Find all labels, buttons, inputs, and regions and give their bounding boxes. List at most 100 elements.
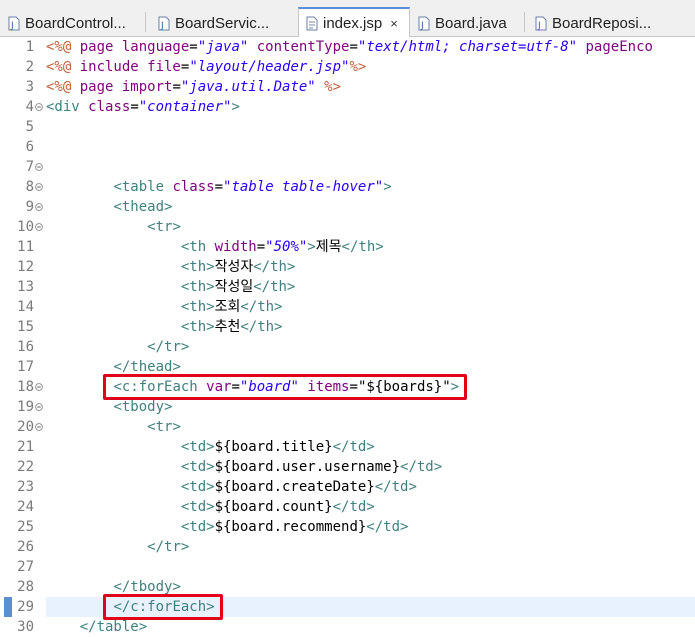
tab-boardrepository[interactable]: J BoardReposi... bbox=[535, 9, 695, 37]
line-number: 7 bbox=[25, 159, 34, 175]
svg-text:J: J bbox=[537, 21, 541, 31]
line-number: 1 bbox=[25, 39, 34, 55]
fold-toggle-icon[interactable] bbox=[35, 383, 43, 391]
code-text: <td>${board.count}</td> bbox=[180, 499, 375, 515]
code-text: <td>${board.createDate}</td> bbox=[180, 479, 417, 495]
code-line[interactable]: 24 <td>${board.count}</td> bbox=[0, 497, 695, 517]
jsp-file-icon bbox=[306, 16, 318, 30]
tab-label: BoardReposi... bbox=[552, 14, 652, 32]
code-text: <tr> bbox=[147, 219, 181, 235]
java-file-icon: J bbox=[535, 16, 547, 31]
line-number: 3 bbox=[25, 79, 34, 95]
code-text: <div class="container"> bbox=[46, 99, 240, 115]
code-text: <tbody> bbox=[113, 399, 173, 415]
line-number: 26 bbox=[17, 539, 34, 555]
code-text: <tr> bbox=[147, 419, 181, 435]
code-line[interactable]: 12 <th>작성자</th> bbox=[0, 257, 695, 277]
code-text: <td>${board.recommend}</td> bbox=[180, 519, 409, 535]
code-line[interactable]: 20 <tr> bbox=[0, 417, 695, 437]
code-line[interactable]: 25 <td>${board.recommend}</td> bbox=[0, 517, 695, 537]
fold-toggle-icon[interactable] bbox=[35, 203, 43, 211]
fold-toggle-icon[interactable] bbox=[35, 423, 43, 431]
line-number: 17 bbox=[17, 359, 34, 375]
code-text: <th>추천</th> bbox=[180, 319, 283, 335]
code-editor[interactable]: 1 <%@ page language="java" contentType="t… bbox=[0, 37, 695, 635]
line-number: 13 bbox=[17, 279, 34, 295]
java-file-icon: J bbox=[418, 16, 430, 31]
line-number: 16 bbox=[17, 339, 34, 355]
code-line[interactable]: 21 <td>${board.title}</td> bbox=[0, 437, 695, 457]
editor-tab-bar: J BoardControl... J BoardServic... index… bbox=[0, 0, 695, 37]
line-number: 28 bbox=[17, 579, 34, 595]
line-number: 11 bbox=[17, 239, 34, 255]
java-file-icon: J bbox=[8, 16, 20, 31]
tab-label: BoardControl... bbox=[25, 14, 126, 32]
svg-text:J: J bbox=[160, 21, 164, 31]
annotation-highlight-box bbox=[103, 594, 223, 620]
code-text: <table class="table table-hover"> bbox=[113, 179, 392, 195]
annotation-highlight-box bbox=[103, 374, 468, 400]
line-number: 18 bbox=[17, 379, 34, 395]
line-number: 20 bbox=[17, 419, 34, 435]
line-number: 19 bbox=[17, 399, 34, 415]
code-line[interactable]: 13 <th>작성일</th> bbox=[0, 277, 695, 297]
tab-board-java[interactable]: J Board.java bbox=[418, 9, 518, 37]
code-line[interactable]: 16 </tr> bbox=[0, 337, 695, 357]
code-line[interactable]: 10 <tr> bbox=[0, 217, 695, 237]
code-line[interactable]: 11 <th width="50%">제목</th> bbox=[0, 237, 695, 257]
code-line[interactable]: 8 <table class="table table-hover"> bbox=[0, 177, 695, 197]
line-number: 12 bbox=[17, 259, 34, 275]
code-line[interactable]: 30 </table> bbox=[0, 617, 695, 637]
line-number: 14 bbox=[17, 299, 34, 315]
code-line[interactable]: 6 bbox=[0, 137, 695, 157]
fold-toggle-icon[interactable] bbox=[35, 403, 43, 411]
code-line[interactable]: 26 </tr> bbox=[0, 537, 695, 557]
line-number: 4 bbox=[25, 99, 34, 115]
line-number: 9 bbox=[25, 199, 34, 215]
line-number: 5 bbox=[25, 119, 34, 135]
code-line[interactable]: 2 <%@ include file="layout/header.jsp"%> bbox=[0, 57, 695, 77]
code-line[interactable]: 15 <th>추천</th> bbox=[0, 317, 695, 337]
line-number: 22 bbox=[17, 459, 34, 475]
code-line[interactable]: 22 <td>${board.user.username}</td> bbox=[0, 457, 695, 477]
tab-boardservice[interactable]: J BoardServic... bbox=[158, 9, 288, 37]
java-file-icon: J bbox=[158, 16, 170, 31]
line-number: 15 bbox=[17, 319, 34, 335]
tab-label: Board.java bbox=[435, 14, 507, 32]
code-line[interactable]: 3 <%@ page import="java.util.Date" %> bbox=[0, 77, 695, 97]
code-text: </tr> bbox=[147, 539, 190, 555]
line-number: 30 bbox=[17, 619, 34, 635]
line-number: 6 bbox=[25, 139, 34, 155]
code-line[interactable]: 4 <div class="container"> bbox=[0, 97, 695, 117]
code-text: <td>${board.title}</td> bbox=[180, 439, 375, 455]
fold-toggle-icon[interactable] bbox=[35, 163, 43, 171]
line-number: 23 bbox=[17, 479, 34, 495]
line-number: 8 bbox=[25, 179, 34, 195]
code-text: <th>작성자</th> bbox=[180, 259, 296, 275]
code-line[interactable]: 27 bbox=[0, 557, 695, 577]
fold-toggle-icon[interactable] bbox=[35, 223, 43, 231]
fold-toggle-icon[interactable] bbox=[35, 183, 43, 191]
code-line[interactable]: 14 <th>조회</th> bbox=[0, 297, 695, 317]
line-number: 25 bbox=[17, 519, 34, 535]
code-text: </tr> bbox=[147, 339, 190, 355]
code-line[interactable]: 7 bbox=[0, 157, 695, 177]
code-line[interactable]: 19 <tbody> bbox=[0, 397, 695, 417]
close-tab-icon[interactable]: × bbox=[390, 16, 398, 31]
code-text: <th width="50%">제목</th> bbox=[180, 239, 384, 255]
code-text: <%@ page import="java.util.Date" %> bbox=[46, 79, 342, 95]
code-line[interactable]: 5 bbox=[0, 117, 695, 137]
line-number: 29 bbox=[17, 599, 34, 615]
line-number: 21 bbox=[17, 439, 34, 455]
code-line[interactable]: 1 <%@ page language="java" contentType="t… bbox=[0, 37, 695, 57]
code-text: <thead> bbox=[113, 199, 173, 215]
fold-toggle-icon[interactable] bbox=[35, 103, 43, 111]
tab-label: BoardServic... bbox=[175, 14, 270, 32]
code-text: <th>조회</th> bbox=[180, 299, 283, 315]
tab-boardcontroller[interactable]: J BoardControl... bbox=[8, 9, 136, 37]
code-line[interactable]: 23 <td>${board.createDate}</td> bbox=[0, 477, 695, 497]
code-text: <%@ page language="java" contentType="te… bbox=[46, 39, 653, 55]
code-line[interactable]: 9 <thead> bbox=[0, 197, 695, 217]
tab-index-jsp[interactable]: index.jsp × bbox=[298, 7, 410, 37]
line-number: 2 bbox=[25, 59, 34, 75]
